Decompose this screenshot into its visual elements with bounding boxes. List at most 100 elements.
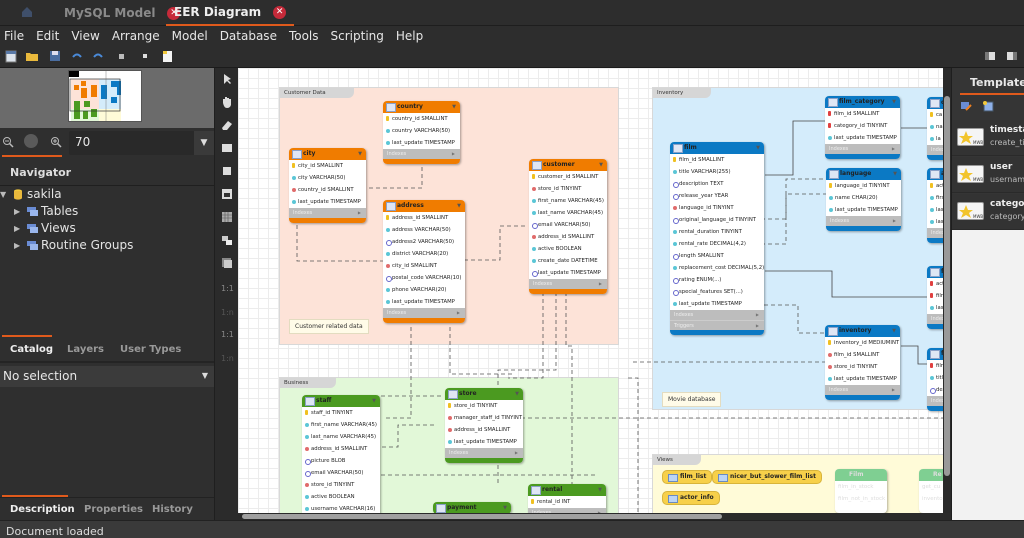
table-tool-icon[interactable] (220, 210, 234, 224)
routine-item[interactable]: get_cu (919, 481, 943, 493)
column-row[interactable]: last_update TIMESTAMP (529, 267, 607, 279)
indexes-section[interactable]: Indexes (529, 279, 607, 289)
table-actor[interactable]: actor▼actfirslaslasIndexes (927, 168, 943, 243)
eer-diagram-canvas[interactable]: Customer Data Inventory Business Views c… (238, 68, 943, 513)
column-row[interactable]: district VARCHAR(20) (383, 248, 465, 260)
column-row[interactable]: ca (927, 109, 943, 121)
column-row[interactable]: title (927, 372, 943, 384)
table-header[interactable]: film_text▼ (927, 348, 943, 360)
table-city[interactable]: city ▼ city_id SMALLINT city VARCHAR(50) cou… (289, 148, 366, 223)
column-row[interactable]: last_update TIMESTAMP (670, 298, 764, 310)
note-customer[interactable]: Customer related data (289, 319, 369, 334)
table-staff[interactable]: staff ▼ staff_id TINYINT first_name VARCHAR… (302, 395, 380, 513)
collapse-toggle-icon[interactable]: ▼ (892, 96, 896, 108)
column-row[interactable]: postal_code VARCHAR(10) (383, 272, 465, 284)
table-rental[interactable]: rental ▼ rental_id INT Indexes (528, 484, 606, 513)
column-row[interactable]: store_id TINYINT (445, 400, 523, 412)
column-row[interactable]: original_language_id TINYINT (670, 214, 764, 226)
menu-model[interactable]: Model (172, 29, 208, 43)
scrollbar-thumb[interactable] (242, 514, 722, 519)
column-row[interactable]: last_update TIMESTAMP (383, 137, 460, 149)
column-row[interactable]: last_name VARCHAR(45) (529, 207, 607, 219)
view-nicer-but-slower-film-list[interactable]: nicer_but_slower_film_list (712, 470, 822, 484)
table-header[interactable]: payment ▼ (433, 502, 511, 513)
tree-item-tables[interactable]: ▶ Tables (14, 204, 78, 218)
routine-group-tool-icon[interactable] (220, 256, 234, 270)
relationship-1-1-tool[interactable]: 1:1 (221, 284, 234, 293)
collapse-toggle-icon[interactable]: ▼ (503, 502, 507, 513)
column-row[interactable]: last_update TIMESTAMP (445, 436, 523, 448)
column-row[interactable]: film_id SMALLINT (825, 349, 900, 361)
table-film[interactable]: film ▼ film_id SMALLINT title VARCHAR(255) d… (670, 142, 764, 335)
tree-item-views[interactable]: ▶ Views (14, 221, 76, 235)
column-row[interactable]: phone VARCHAR(20) (383, 284, 465, 296)
column-row[interactable]: last_name VARCHAR(45) (302, 431, 380, 443)
column-row[interactable]: las (927, 216, 943, 228)
column-row[interactable]: email VARCHAR(50) (529, 219, 607, 231)
column-row[interactable]: last_update TIMESTAMP (383, 296, 465, 308)
indexes-section[interactable]: Indexes (927, 396, 943, 406)
expand-arrow-icon[interactable]: ▼ (0, 190, 12, 199)
column-row[interactable]: last_update TIMESTAMP (289, 196, 366, 208)
column-row[interactable]: language_id TINYINT (826, 180, 901, 192)
chevron-down-icon[interactable]: ▼ (194, 131, 214, 155)
close-icon[interactable]: ✕ (273, 5, 287, 19)
column-row[interactable]: las (927, 204, 943, 216)
relationship-1-n-tool[interactable]: 1:n (221, 308, 234, 317)
zoom-slider-handle[interactable] (24, 134, 38, 148)
column-row[interactable]: category_id TINYINT (825, 120, 900, 132)
zoom-slider-track[interactable] (2, 155, 62, 157)
relationship-1-n-id-tool[interactable]: 1:n (221, 354, 234, 363)
table-category[interactable]: category▼canalaIndexes (927, 97, 943, 160)
routine-item[interactable]: film_not_in_stock (835, 493, 887, 505)
template-item-user[interactable]: MWB user username... (952, 157, 1024, 193)
column-row[interactable]: address_id SMALLINT (445, 424, 523, 436)
toggle-sidebar-icon[interactable] (983, 49, 997, 63)
layer-tool-icon[interactable] (220, 141, 234, 155)
menu-help[interactable]: Help (396, 29, 423, 43)
column-row[interactable]: replacement_cost DECIMAL(5,2) (670, 262, 764, 274)
table-country[interactable]: country ▼ country_id SMALLINT country VARCH… (383, 101, 460, 164)
relationship-1-1-id-tool[interactable]: 1:1 (221, 330, 234, 339)
column-row[interactable]: last_update TIMESTAMP (825, 373, 900, 385)
menu-tools[interactable]: Tools (289, 29, 319, 43)
column-row[interactable]: country_id SMALLINT (289, 184, 366, 196)
column-row[interactable]: first_name VARCHAR(45) (529, 195, 607, 207)
view-film-list[interactable]: film_list (662, 470, 713, 484)
tree-item-routine-groups[interactable]: ▶ Routine Groups (14, 238, 133, 252)
table-header[interactable]: category▼ (927, 97, 943, 109)
column-row[interactable]: store_id TINYINT (529, 183, 607, 195)
table-header[interactable]: rental ▼ (528, 484, 606, 496)
toggle-grid-icon[interactable] (115, 49, 129, 63)
column-row[interactable]: na (927, 121, 943, 133)
column-row[interactable]: name CHAR(20) (826, 192, 901, 204)
collapse-toggle-icon[interactable]: ▼ (599, 159, 603, 171)
eraser-icon[interactable] (220, 118, 234, 132)
view-tool-icon[interactable] (220, 233, 234, 247)
home-icon[interactable] (20, 5, 34, 19)
column-row[interactable]: customer_id SMALLINT (529, 171, 607, 183)
horizontal-scrollbar[interactable] (238, 513, 943, 520)
tab-layers[interactable]: Layers (67, 344, 104, 355)
table-film-category[interactable]: film_category ▼ film_id SMALLINT category_i… (825, 96, 900, 159)
zoom-out-icon[interactable] (2, 136, 14, 148)
column-row[interactable]: store_id TINYINT (302, 479, 380, 491)
table-header[interactable]: country ▼ (383, 101, 460, 113)
menu-scripting[interactable]: Scripting (331, 29, 384, 43)
column-row[interactable]: country_id SMALLINT (383, 113, 460, 125)
triggers-section[interactable]: Triggers (670, 320, 764, 331)
table-header[interactable]: staff ▼ (302, 395, 380, 407)
template-item-category[interactable]: MWB category... category_... (952, 194, 1024, 230)
column-row[interactable]: title VARCHAR(255) (670, 166, 764, 178)
hand-icon[interactable] (220, 95, 234, 109)
navigator-header[interactable]: Navigator (0, 160, 214, 186)
column-row[interactable]: last_update TIMESTAMP (826, 204, 901, 216)
column-row[interactable]: address2 VARCHAR(50) (383, 236, 465, 248)
collapse-toggle-icon[interactable]: ▼ (893, 168, 897, 180)
routine-group-film[interactable]: Film film_in_stock film_not_in_stock (835, 469, 887, 513)
column-row[interactable]: store_id TINYINT (825, 361, 900, 373)
column-row[interactable]: film_id SMALLINT (825, 108, 900, 120)
tab-description[interactable]: Description (10, 504, 75, 515)
indexes-section[interactable]: Indexes (289, 208, 366, 218)
new-document-icon[interactable] (4, 49, 18, 63)
